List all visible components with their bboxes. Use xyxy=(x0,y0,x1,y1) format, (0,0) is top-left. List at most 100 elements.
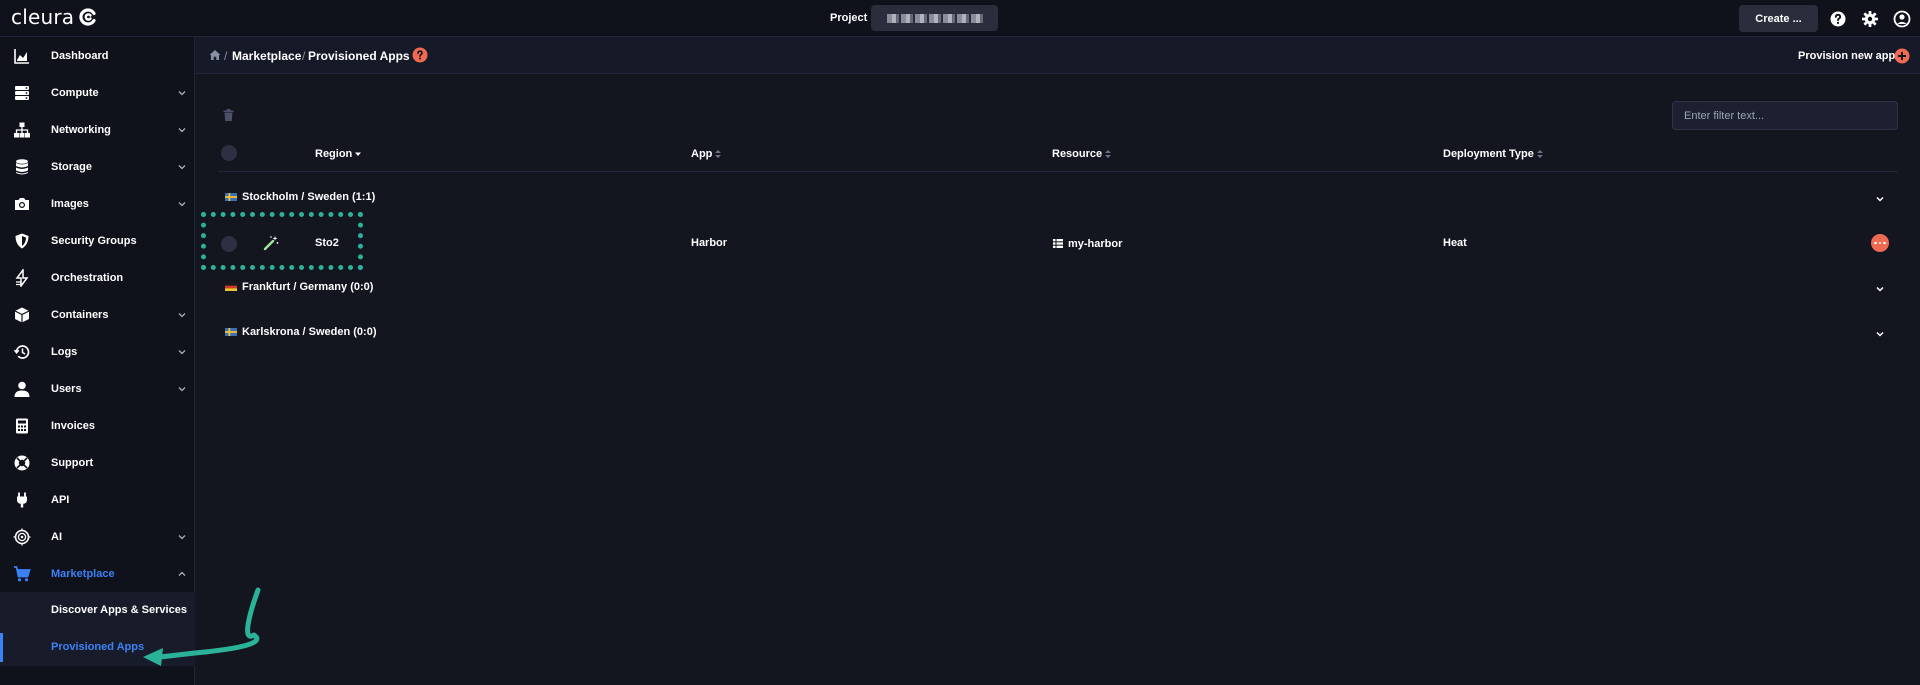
sweden-flag-icon xyxy=(225,193,237,201)
region-group-label: Frankfurt / Germany (0:0) xyxy=(242,281,374,293)
sidebar-item-label: Dashboard xyxy=(51,49,109,62)
sidebar-item-label: Containers xyxy=(51,308,109,321)
page-title: Provisioned Apps xyxy=(308,49,410,63)
chevron-down-icon xyxy=(178,90,186,95)
sidebar-item-users[interactable]: Users xyxy=(0,370,195,407)
sidebar-item-label: Marketplace xyxy=(51,567,115,580)
chart-area-icon xyxy=(14,48,29,64)
sidebar-item-label: Users xyxy=(51,382,82,395)
breadcrumb: / Marketplace / Provisioned Apps Provisi… xyxy=(196,37,1920,74)
sidebar-item-networking[interactable]: Networking xyxy=(0,111,195,148)
cell-resource-link[interactable]: my-harbor xyxy=(1068,238,1122,250)
column-header-label: Resource xyxy=(1052,148,1103,160)
row-actions-button[interactable] xyxy=(1871,234,1889,252)
region-group-label: Karlskrona / Sweden (0:0) xyxy=(242,326,377,338)
sidebar-subitem-label: Provisioned Apps xyxy=(51,641,145,653)
column-header-label: App xyxy=(691,148,713,160)
project-selector[interactable] xyxy=(871,5,998,31)
provision-new-app-label[interactable]: Provision new app xyxy=(1798,50,1895,62)
trash-icon[interactable] xyxy=(223,109,234,121)
germany-flag-icon xyxy=(225,283,237,291)
sidebar-item-containers[interactable]: Containers xyxy=(0,296,195,333)
sidebar-item-storage[interactable]: Storage xyxy=(0,148,195,185)
column-header-label: Deployment Type xyxy=(1443,148,1534,160)
sweden-flag-icon xyxy=(225,328,237,336)
gear-icon[interactable] xyxy=(1861,10,1879,28)
server-icon xyxy=(15,85,29,100)
sidebar-item-compute[interactable]: Compute xyxy=(0,74,195,111)
region-group-karlskrona[interactable]: Karlskrona / Sweden (0:0) xyxy=(218,323,1898,345)
breadcrumb-marketplace[interactable]: Marketplace xyxy=(232,49,301,63)
help-icon[interactable] xyxy=(412,47,428,63)
sidebar-item-label: AI xyxy=(51,530,62,543)
sidebar: Dashboard Compute Networking Storage Ima… xyxy=(0,37,195,685)
sidebar-item-support[interactable]: Support xyxy=(0,444,195,481)
highlight-box xyxy=(201,212,363,270)
column-header-region[interactable]: Region xyxy=(315,148,362,160)
filter-input[interactable] xyxy=(1672,101,1898,130)
cleura-logo[interactable]: cleura xyxy=(11,5,98,29)
sidebar-item-label: Storage xyxy=(51,160,92,173)
sidebar-item-images[interactable]: Images xyxy=(0,185,195,222)
sidebar-item-orchestration[interactable]: Orchestration xyxy=(0,259,195,296)
sidebar-item-label: Networking xyxy=(51,123,111,136)
chevron-down-icon xyxy=(178,312,186,317)
camera-icon xyxy=(15,197,29,210)
chevron-down-icon xyxy=(178,164,186,169)
sidebar-item-dashboard[interactable]: Dashboard xyxy=(0,37,195,74)
sidebar-item-marketplace[interactable]: Marketplace xyxy=(0,555,195,592)
sidebar-item-api[interactable]: API xyxy=(0,481,195,518)
chevron-up-icon xyxy=(178,571,186,576)
lifebuoy-icon xyxy=(14,455,30,470)
create-button[interactable]: Create ... xyxy=(1739,5,1818,32)
ellipsis-dot xyxy=(1883,241,1886,245)
sidebar-item-label: Compute xyxy=(51,86,99,99)
ellipsis-dot xyxy=(1878,241,1882,245)
cart-icon xyxy=(14,565,31,581)
project-name-redacted xyxy=(886,13,983,23)
sidebar-item-logs[interactable]: Logs xyxy=(0,333,195,370)
table-header-divider xyxy=(218,171,1898,172)
sidebar-subitem-discover-apps[interactable]: Discover Apps & Services xyxy=(0,592,195,629)
top-bar: cleura Project Create ... xyxy=(0,0,1920,37)
logo-text: cleura xyxy=(11,5,75,29)
database-icon xyxy=(16,158,28,174)
plus-circle-icon[interactable] xyxy=(1894,48,1910,64)
shield-icon xyxy=(15,233,29,248)
chevron-down-icon xyxy=(178,534,186,539)
history-icon xyxy=(13,344,30,359)
breadcrumb-separator: / xyxy=(224,49,228,63)
plug-icon xyxy=(17,492,27,507)
select-all-radio[interactable] xyxy=(221,145,237,161)
cell-app: Harbor xyxy=(691,237,728,249)
sidebar-item-ai[interactable]: AI xyxy=(0,518,195,555)
sidebar-item-security-groups[interactable]: Security Groups xyxy=(0,222,195,259)
sidebar-item-label: Orchestration xyxy=(51,271,124,284)
column-header-deployment-type[interactable]: Deployment Type xyxy=(1443,148,1543,160)
region-group-stockholm[interactable]: Stockholm / Sweden (1:1) xyxy=(218,188,1898,210)
chevron-down-icon[interactable] xyxy=(1875,329,1885,339)
box-icon xyxy=(14,307,30,322)
sort-icon xyxy=(1105,150,1112,158)
column-header-resource[interactable]: Resource xyxy=(1052,148,1112,160)
sidebar-subitem-provisioned-apps[interactable]: Provisioned Apps xyxy=(0,629,195,666)
user-circle-icon[interactable] xyxy=(1893,10,1911,28)
sidebar-item-label: API xyxy=(51,493,70,506)
sidebar-item-label: Images xyxy=(51,197,89,210)
region-group-frankfurt[interactable]: Frankfurt / Germany (0:0) xyxy=(218,278,1898,300)
sort-icon xyxy=(715,150,722,158)
chevron-down-icon xyxy=(178,386,186,391)
chevron-down-icon[interactable] xyxy=(1875,194,1885,204)
list-icon xyxy=(1053,239,1063,248)
column-header-label: Region xyxy=(315,148,353,160)
chevron-down-icon[interactable] xyxy=(1875,284,1885,294)
sidebar-item-invoices[interactable]: Invoices xyxy=(0,407,195,444)
home-icon[interactable] xyxy=(209,49,221,61)
project-label: Project xyxy=(830,12,868,24)
help-circle-icon[interactable] xyxy=(1829,10,1847,28)
logo-mark-icon xyxy=(79,8,96,26)
calculator-icon xyxy=(16,418,28,433)
breadcrumb-separator: / xyxy=(302,49,306,63)
column-header-app[interactable]: App xyxy=(691,148,722,160)
region-group-label: Stockholm / Sweden (1:1) xyxy=(242,191,376,203)
